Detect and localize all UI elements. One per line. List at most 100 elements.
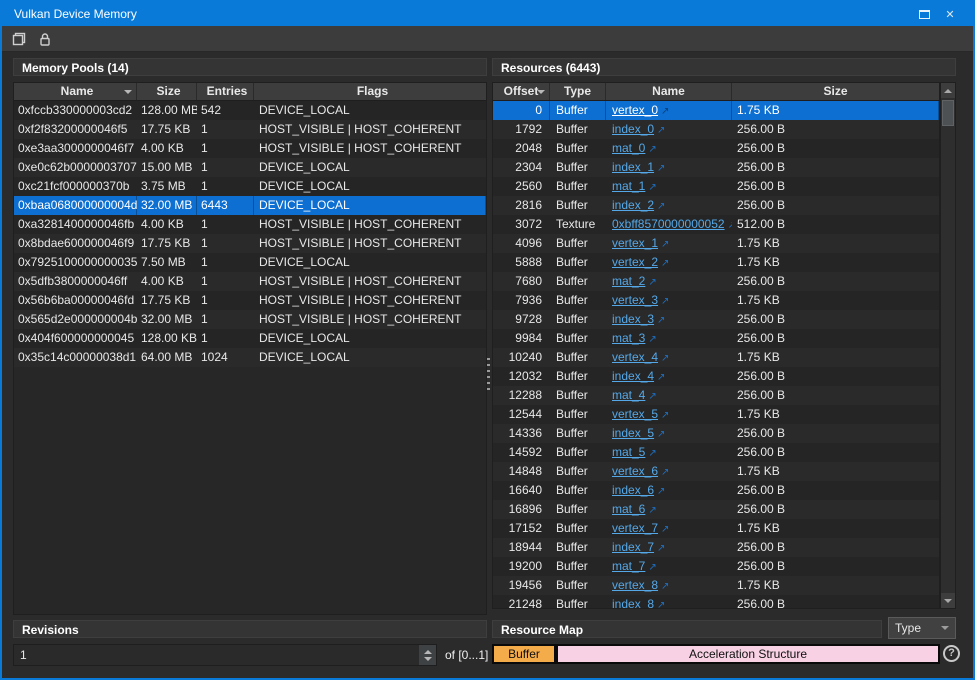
resource-link[interactable]: index_1: [612, 160, 654, 174]
memory-pool-row[interactable]: 0x5dfb3800000046ff4.00 KB1HOST_VISIBLE |…: [14, 272, 486, 291]
goto-arrow-icon[interactable]: ↗: [648, 505, 656, 516]
resource-link[interactable]: mat_2: [612, 274, 645, 288]
resource-link[interactable]: mat_3: [612, 331, 645, 345]
resource-row[interactable]: 5888Buffervertex_2↗1.75 KB: [493, 253, 939, 272]
memory-pool-row[interactable]: 0xf2f83200000046f517.75 KB1HOST_VISIBLE …: [14, 120, 486, 139]
goto-arrow-icon[interactable]: ↗: [648, 391, 656, 402]
memory-pool-row[interactable]: 0xe3aa3000000046f74.00 KB1HOST_VISIBLE |…: [14, 139, 486, 158]
resource-link[interactable]: mat_1: [612, 179, 645, 193]
resource-link[interactable]: vertex_1: [612, 236, 658, 250]
goto-arrow-icon[interactable]: ↗: [661, 239, 669, 250]
memory-pool-row[interactable]: 0x56b6ba00000046fd17.75 KB1HOST_VISIBLE …: [14, 291, 486, 310]
resource-link[interactable]: index_8: [612, 597, 654, 609]
resource-link[interactable]: mat_0: [612, 141, 645, 155]
scrollbar-track[interactable]: [941, 98, 955, 593]
resource-map-segment-buffer[interactable]: Buffer: [492, 644, 556, 664]
resource-row[interactable]: 17152Buffervertex_7↗1.75 KB: [493, 519, 939, 538]
resource-link[interactable]: 0xbff8570000000052: [612, 217, 725, 231]
panel-splitter-handle[interactable]: [487, 358, 490, 392]
resource-row[interactable]: 12032Bufferindex_4↗256.00 B: [493, 367, 939, 386]
help-button[interactable]: ?: [943, 645, 960, 662]
resource-row[interactable]: 16640Bufferindex_6↗256.00 B: [493, 481, 939, 500]
resource-row[interactable]: 2560Buffermat_1↗256.00 B: [493, 177, 939, 196]
column-header-flags[interactable]: Flags: [254, 83, 486, 100]
goto-arrow-icon[interactable]: ↗: [648, 448, 656, 459]
resource-row[interactable]: 21248Bufferindex_8↗256.00 B: [493, 595, 939, 609]
resource-row[interactable]: 9984Buffermat_3↗256.00 B: [493, 329, 939, 348]
column-header-resource-size[interactable]: Size: [732, 83, 939, 100]
goto-arrow-icon[interactable]: ↗: [657, 163, 665, 174]
memory-pool-row[interactable]: 0x8bdae600000046f917.75 KB1HOST_VISIBLE …: [14, 234, 486, 253]
goto-arrow-icon[interactable]: ↗: [657, 486, 665, 497]
column-header-offset[interactable]: Offset: [493, 83, 550, 100]
column-header-type[interactable]: Type: [550, 83, 606, 100]
goto-arrow-icon[interactable]: ↗: [661, 258, 669, 269]
spin-up-button[interactable]: [424, 650, 432, 654]
column-header-name[interactable]: Name: [14, 83, 137, 100]
memory-pool-row[interactable]: 0x404f600000000045128.00 KB1DEVICE_LOCAL: [14, 329, 486, 348]
resource-link[interactable]: mat_6: [612, 502, 645, 516]
goto-arrow-icon[interactable]: ↗: [657, 543, 665, 554]
memory-pool-row[interactable]: 0x35c14c00000038d164.00 MB1024DEVICE_LOC…: [14, 348, 486, 367]
resource-row[interactable]: 12544Buffervertex_5↗1.75 KB: [493, 405, 939, 424]
resource-link[interactable]: vertex_4: [612, 350, 658, 364]
goto-arrow-icon[interactable]: ↗: [648, 144, 656, 155]
resource-row[interactable]: 10240Buffervertex_4↗1.75 KB: [493, 348, 939, 367]
resource-row[interactable]: 14848Buffervertex_6↗1.75 KB: [493, 462, 939, 481]
resource-row[interactable]: 19456Buffervertex_8↗1.75 KB: [493, 576, 939, 595]
resource-link[interactable]: mat_7: [612, 559, 645, 573]
goto-arrow-icon[interactable]: ↗: [661, 524, 669, 535]
resource-row[interactable]: 19200Buffermat_7↗256.00 B: [493, 557, 939, 576]
resource-link[interactable]: vertex_7: [612, 521, 658, 535]
resource-link[interactable]: index_6: [612, 483, 654, 497]
goto-arrow-icon[interactable]: ↗: [657, 315, 665, 326]
resource-row[interactable]: 0Buffervertex_0↗1.75 KB: [493, 101, 939, 120]
resource-link[interactable]: vertex_2: [612, 255, 658, 269]
resource-row[interactable]: 14592Buffermat_5↗256.00 B: [493, 443, 939, 462]
goto-arrow-icon[interactable]: ↗: [648, 277, 656, 288]
title-bar[interactable]: Vulkan Device Memory ✕: [2, 2, 973, 26]
goto-arrow-icon[interactable]: ↗: [657, 600, 665, 609]
resource-link[interactable]: vertex_0: [612, 103, 658, 117]
goto-arrow-icon[interactable]: ↗: [661, 581, 669, 592]
goto-arrow-icon[interactable]: ↗: [661, 353, 669, 364]
spin-down-button[interactable]: [424, 657, 432, 661]
memory-pool-row[interactable]: 0xa3281400000046fb4.00 KB1HOST_VISIBLE |…: [14, 215, 486, 234]
goto-arrow-icon[interactable]: ↗: [661, 296, 669, 307]
resource-map-mode-dropdown[interactable]: Type: [888, 617, 956, 639]
column-header-size[interactable]: Size: [137, 83, 197, 100]
resource-link[interactable]: vertex_6: [612, 464, 658, 478]
resource-row[interactable]: 9728Bufferindex_3↗256.00 B: [493, 310, 939, 329]
resource-row[interactable]: 2048Buffermat_0↗256.00 B: [493, 139, 939, 158]
memory-pool-row[interactable]: 0xfccb330000003cd2128.00 MB542DEVICE_LOC…: [14, 101, 486, 120]
resource-row[interactable]: 18944Bufferindex_7↗256.00 B: [493, 538, 939, 557]
memory-pool-row[interactable]: 0x565d2e000000004b32.00 MB1HOST_VISIBLE …: [14, 310, 486, 329]
goto-arrow-icon[interactable]: ↗: [648, 562, 656, 573]
memory-pool-row[interactable]: 0xc21fcf000000370b3.75 MB1DEVICE_LOCAL: [14, 177, 486, 196]
resource-link[interactable]: index_2: [612, 198, 654, 212]
resource-row[interactable]: 4096Buffervertex_1↗1.75 KB: [493, 234, 939, 253]
goto-arrow-icon[interactable]: ↗: [657, 372, 665, 383]
resource-link[interactable]: mat_4: [612, 388, 645, 402]
lock-button[interactable]: [32, 28, 58, 50]
memory-pool-row[interactable]: 0x79251000000000357.50 MB1DEVICE_LOCAL: [14, 253, 486, 272]
resource-row[interactable]: 7680Buffermat_2↗256.00 B: [493, 272, 939, 291]
resource-row[interactable]: 3072Texture0xbff8570000000052↗512.00 B: [493, 215, 939, 234]
resource-link[interactable]: vertex_5: [612, 407, 658, 421]
memory-pool-row[interactable]: 0xbaa068000000004d32.00 MB6443DEVICE_LOC…: [14, 196, 486, 215]
resource-link[interactable]: vertex_3: [612, 293, 658, 307]
revision-spinbox[interactable]: 1: [13, 644, 437, 666]
column-header-resource-name[interactable]: Name: [606, 83, 732, 100]
resource-link[interactable]: index_5: [612, 426, 654, 440]
resource-row[interactable]: 16896Buffermat_6↗256.00 B: [493, 500, 939, 519]
column-header-entries[interactable]: Entries: [197, 83, 254, 100]
memory-pool-row[interactable]: 0xe0c62b000000370715.00 MB1DEVICE_LOCAL: [14, 158, 486, 177]
resource-row[interactable]: 12288Buffermat_4↗256.00 B: [493, 386, 939, 405]
resource-row[interactable]: 2304Bufferindex_1↗256.00 B: [493, 158, 939, 177]
resource-link[interactable]: vertex_8: [612, 578, 658, 592]
scrollbar-thumb[interactable]: [942, 100, 954, 126]
resource-link[interactable]: mat_5: [612, 445, 645, 459]
duplicate-panel-button[interactable]: [6, 28, 32, 50]
scroll-down-button[interactable]: [941, 593, 955, 608]
goto-arrow-icon[interactable]: ↗: [661, 106, 669, 117]
